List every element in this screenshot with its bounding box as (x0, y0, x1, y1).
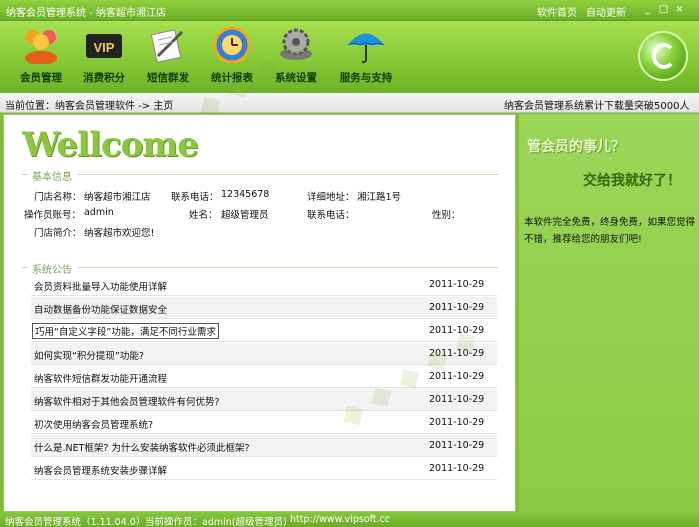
news-item[interactable]: 初次使用纳客会员管理系统? 2011-10-29 (31, 412, 497, 434)
promo-answer: 交给我就好了！ (583, 173, 681, 189)
promo-panel: 管会员的事儿？ 交给我就好了！ 本软件完全免费，终身免费，如果您觉得不错，推荐给… (519, 114, 699, 512)
news-item[interactable]: 会员资料批量导入功能使用详解 2011-10-29 (31, 274, 497, 296)
notepad-pen-icon (148, 26, 188, 64)
news-item[interactable]: 纳客软件相对于其他会员管理软件有何优势? 2011-10-29 (31, 389, 497, 411)
maximize-button[interactable]: □ (657, 4, 670, 16)
news-title: 纳客软件短信群发功能开通流程 (34, 374, 168, 385)
news-item[interactable]: 纳客会员管理系统安装步骤详解 2011-10-29 (31, 458, 497, 480)
status-bar: 纳客会员管理系统（1.11.04.0） 当前操作员：admin(超级管理员) h… (0, 512, 699, 527)
toolbar-label: 会员管理 (20, 72, 62, 84)
promo-text: 本软件完全免费，终身免费，如果您觉得不错，推荐给您的朋友们吧! (524, 217, 696, 245)
news-title: 什么是.NET框架? 为什么安装纳客软件必须此框架? (34, 443, 250, 454)
window-title: 纳客会员管理系统 - 纳客超市湘江店 (6, 8, 166, 19)
members-icon (21, 26, 61, 65)
operator-phone-label: 联系电话： (307, 210, 355, 221)
globe-clock-icon (212, 26, 252, 64)
home-panel: Wellcome 基本信息 门店名称： 纳客超市湘江店 联系电话： 123456… (3, 114, 516, 512)
news-title: 自动数据备份功能保证数据安全 (34, 305, 168, 316)
toolbar-label: 消费积分 (83, 72, 125, 84)
address-label: 详细地址： (307, 192, 355, 203)
news-date: 2011-10-29 (429, 302, 485, 313)
version-text: 纳客会员管理系统（1.11.04.0） (5, 517, 146, 527)
close-button[interactable]: × (673, 4, 686, 16)
toolbar-label: 服务与支持 (339, 72, 393, 84)
gender-label: 性别： (432, 210, 461, 221)
breadcrumb: 当前位置：纳客会员管理软件 -> 主页 纳客会员管理系统累计下载量突破5000人… (0, 93, 699, 127)
news-date: 2011-10-29 (429, 279, 485, 290)
welcome-heading: Wellcome (22, 125, 199, 165)
name-label: 姓名： (189, 210, 218, 221)
news-title: 会员资料批量导入功能使用详解 (34, 282, 168, 293)
news-date: 2011-10-29 (429, 394, 485, 405)
store-name-value: 纳客超市湘江店 (84, 192, 151, 203)
phone-label: 联系电话： (171, 192, 219, 203)
breadcrumb-path: 当前位置：纳客会员管理软件 -> 主页 (5, 101, 174, 112)
svg-text:VIP: VIP (94, 40, 115, 55)
toolbar-support[interactable]: 服务与支持 (331, 26, 401, 85)
news-date: 2011-10-29 (429, 440, 485, 451)
news-date: 2011-10-29 (429, 417, 485, 428)
news-item[interactable]: 巧用“自定义字段”功能，满足不同行业需求 2011-10-29 (31, 320, 497, 342)
news-item[interactable]: 自动数据备份功能保证数据安全 2011-10-29 (31, 297, 497, 319)
section-title: 基本信息 (32, 172, 72, 183)
vipsoft-logo (638, 31, 688, 81)
news-title: 巧用“自定义字段”功能，满足不同行业需求 (32, 323, 219, 339)
toolbar-points[interactable]: VIP 消费积分 (73, 26, 135, 85)
umbrella-icon (346, 26, 386, 64)
news-title: 纳客会员管理系统安装步骤详解 (34, 466, 168, 477)
promo-question: 管会员的事儿？ (527, 139, 625, 155)
toolbar-label: 短信群发 (147, 72, 189, 84)
news-date: 2011-10-29 (429, 463, 485, 474)
toolbar-members[interactable]: 会员管理 (10, 26, 72, 85)
operator-label: 操作员账号： (24, 210, 82, 221)
main-toolbar: 会员管理 VIP 消费积分 短信群发 统计报表 系统设置 服务与支持 (0, 21, 699, 93)
software-home-link[interactable]: 软件首页 (537, 4, 577, 19)
auto-update-link[interactable]: 自动更新 (586, 4, 626, 19)
website-link[interactable]: http://www.vipsoft.cc (290, 514, 390, 525)
toolbar-sms[interactable]: 短信群发 (137, 26, 199, 85)
intro-label: 门店简介： (34, 228, 82, 239)
news-title: 纳客软件相对于其他会员管理软件有何优势? (34, 397, 220, 408)
store-name-label: 门店名称： (34, 192, 82, 203)
minimize-button[interactable]: _ (641, 4, 654, 16)
phone-value: 12345678 (221, 189, 270, 200)
news-title: 初次使用纳客会员管理系统? (34, 420, 154, 431)
vip-card-icon: VIP (84, 26, 124, 64)
name-value: 超级管理员 (221, 210, 269, 221)
news-title: 如何实现“积分提现”功能? (34, 351, 144, 362)
address-value: 湘江路1号 (357, 192, 402, 203)
title-bar: 纳客会员管理系统 - 纳客超市湘江店 软件首页 自动更新 _ □ × (0, 0, 699, 21)
operator-value: admin (84, 207, 114, 218)
intro-value: 纳客超市欢迎您! (84, 228, 155, 239)
news-item[interactable]: 什么是.NET框架? 为什么安装纳客软件必须此框架? 2011-10-29 (31, 435, 497, 457)
current-operator-text: 当前操作员：admin(超级管理员) (145, 517, 287, 527)
basic-info-section: 基本信息 (22, 168, 498, 183)
